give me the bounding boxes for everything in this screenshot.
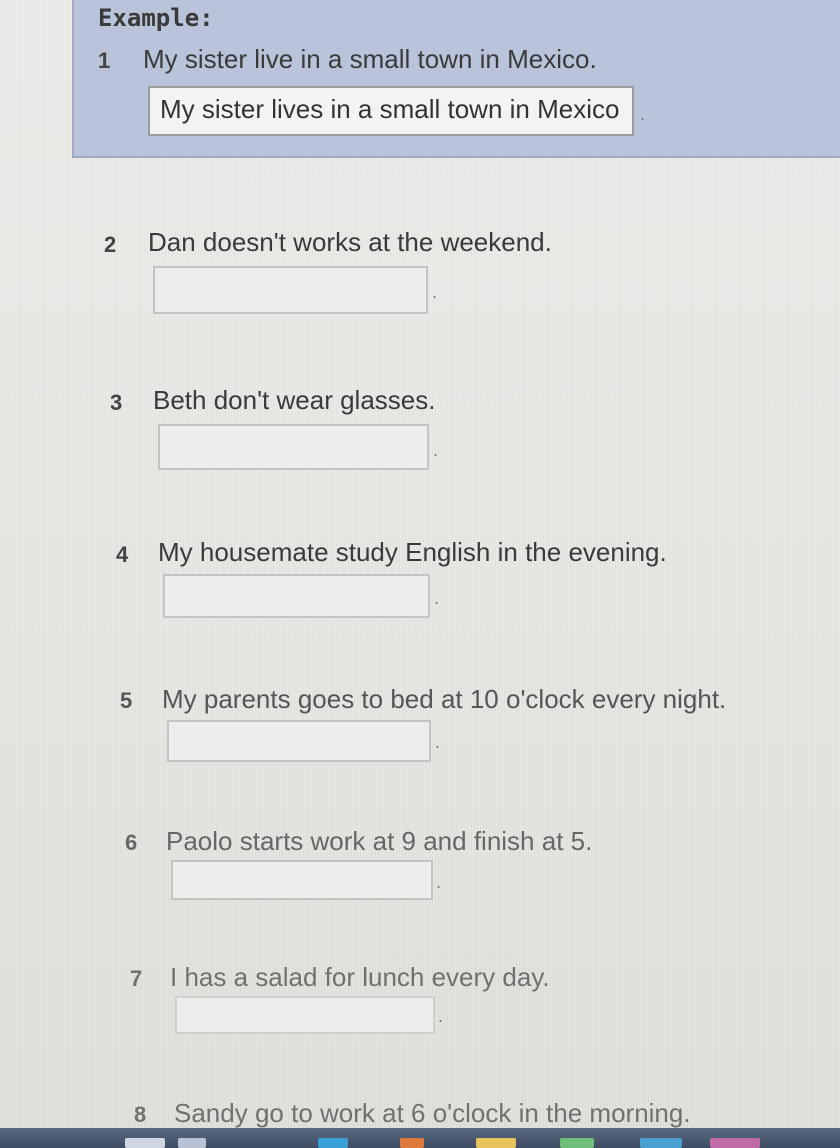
example-period: . [640, 104, 646, 124]
period-5: . [435, 732, 441, 752]
period-7: . [438, 1006, 444, 1026]
item-sentence-5: My parents goes to bed at 10 o'clock eve… [162, 684, 727, 714]
item-number-4: 4 [116, 542, 129, 567]
item-sentence-2: Dan doesn't works at the weekend. [148, 227, 552, 257]
example-answer-field[interactable]: My sister lives in a small town in Mexic… [148, 86, 634, 136]
taskbar-app-icon[interactable] [476, 1138, 516, 1148]
item-number-7: 7 [130, 966, 143, 991]
taskbar-app-icon[interactable] [560, 1138, 594, 1148]
taskbar-app-icon[interactable] [640, 1138, 682, 1148]
period-3: . [433, 440, 439, 460]
item-number-1: 1 [98, 48, 111, 73]
taskbar-app-icon[interactable] [125, 1138, 165, 1148]
taskbar-app-icon[interactable] [400, 1138, 424, 1148]
item-number-8: 8 [134, 1102, 147, 1127]
answer-field-2[interactable] [153, 266, 428, 314]
answer-field-4[interactable] [163, 574, 430, 618]
item-sentence-4: My housemate study English in the evenin… [158, 537, 667, 567]
period-4: . [434, 588, 440, 608]
period-2: . [432, 282, 438, 302]
example-title: Example: [98, 4, 214, 32]
answer-field-5[interactable] [167, 720, 431, 762]
item-number-6: 6 [125, 830, 138, 855]
taskbar-app-icon[interactable] [710, 1138, 760, 1148]
example-sentence: My sister live in a small town in Mexico… [143, 44, 597, 74]
answer-field-3[interactable] [158, 424, 429, 470]
item-sentence-7: I has a salad for lunch every day. [170, 962, 550, 992]
item-sentence-8: Sandy go to work at 6 o'clock in the mor… [174, 1098, 691, 1128]
item-number-5: 5 [120, 688, 133, 713]
item-number-3: 3 [110, 390, 123, 415]
item-sentence-3: Beth don't wear glasses. [153, 385, 436, 415]
taskbar-app-icon[interactable] [178, 1138, 206, 1148]
item-number-2: 2 [104, 232, 117, 257]
answer-field-6[interactable] [171, 860, 433, 900]
item-sentence-6: Paolo starts work at 9 and finish at 5. [166, 826, 593, 856]
taskbar-app-icon[interactable] [318, 1138, 348, 1148]
worksheet-page: Example: 1 My sister live in a small tow… [0, 0, 840, 1148]
answer-field-7[interactable] [175, 996, 435, 1034]
period-6: . [436, 872, 442, 892]
